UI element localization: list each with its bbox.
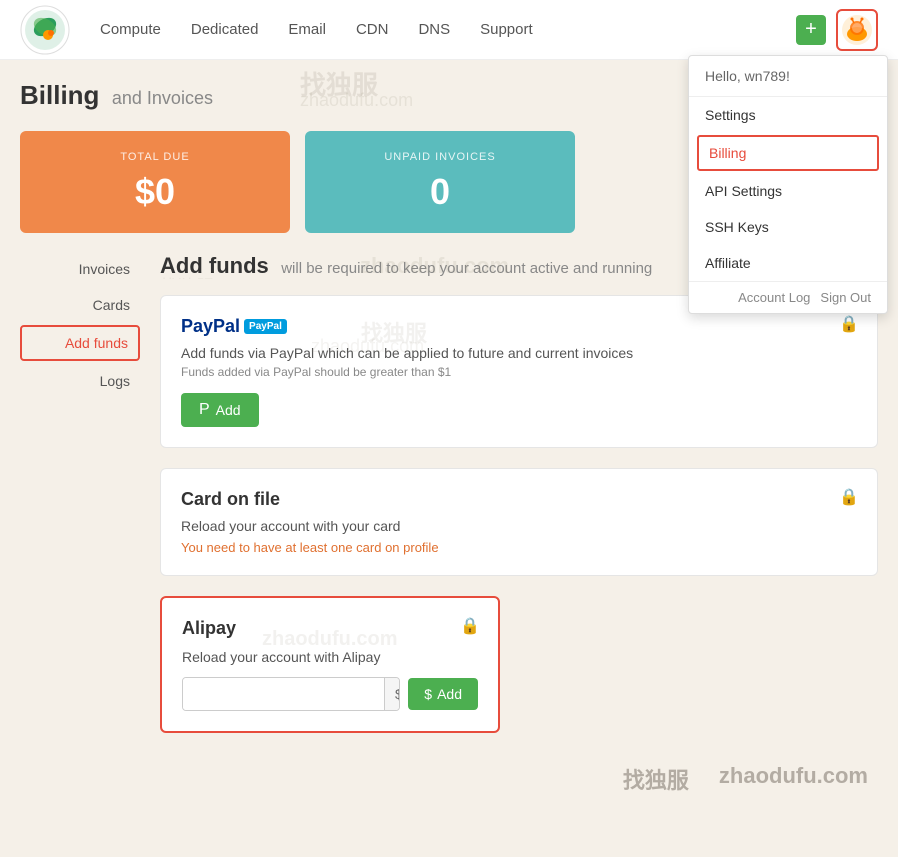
paypal-desc: Add funds via PayPal which can be applie… — [181, 345, 857, 361]
sidebar-cards[interactable]: Cards — [20, 289, 140, 321]
sidebar-add-funds[interactable]: Add funds — [20, 325, 140, 361]
paypal-note: Funds added via PayPal should be greater… — [181, 365, 857, 379]
watermark-2: zhaodufu.com — [719, 763, 868, 795]
content-area: zhaodufu.com 找独服 Add funds will be requi… — [160, 253, 878, 753]
paypal-add-label: Add — [216, 402, 241, 418]
sidebar-logs[interactable]: Logs — [20, 365, 140, 397]
card-lock-icon: 🔒 — [839, 487, 859, 507]
paypal-icon: P — [199, 401, 210, 419]
sidebar-invoices[interactable]: Invoices — [20, 253, 140, 285]
unpaid-invoices-card: UNPAID INVOICES 0 — [305, 131, 575, 233]
content-heading-sub: will be required to keep your account ac… — [281, 260, 652, 277]
nav-support[interactable]: Support — [480, 21, 533, 38]
paypal-lock-icon: 🔒 — [839, 314, 859, 334]
sign-out-link[interactable]: Sign Out — [820, 290, 871, 305]
nav-email[interactable]: Email — [288, 21, 326, 38]
logo[interactable] — [20, 5, 70, 55]
total-due-label: TOTAL DUE — [40, 151, 270, 163]
alipay-dollar-btn-icon: $ — [424, 686, 432, 702]
paypal-section: 找独服 zhaodufu.com 🔒 PayPal PayPal Add fun… — [160, 295, 878, 448]
paypal-badge: PayPal — [244, 319, 287, 334]
paypal-add-button[interactable]: P Add — [181, 393, 259, 427]
user-avatar[interactable] — [836, 9, 878, 51]
main-nav: Compute Dedicated Email CDN DNS Support — [100, 21, 796, 38]
user-dropdown: Hello, wn789! Settings Billing API Setti… — [688, 55, 888, 314]
alipay-add-button[interactable]: $ Add — [408, 678, 478, 710]
dropdown-greeting: Hello, wn789! — [689, 56, 887, 97]
alipay-section: zhaodufu.com 🔒 Alipay Reload your accoun… — [160, 596, 500, 733]
alipay-amount-input[interactable] — [183, 678, 384, 710]
bottom-watermarks: 找独服 zhaodufu.com — [0, 753, 898, 805]
alipay-dollar-sign: $ — [384, 678, 400, 710]
account-log-link[interactable]: Account Log — [738, 290, 810, 305]
card-reload-desc: Reload your account with your card — [181, 518, 857, 534]
unpaid-invoices-label: UNPAID INVOICES — [325, 151, 555, 163]
nav-cdn[interactable]: CDN — [356, 21, 389, 38]
watermark-1: 找独服 — [623, 763, 689, 795]
paypal-name: PayPal — [181, 316, 240, 337]
alipay-lock-icon: 🔒 — [460, 616, 480, 636]
paypal-logo: PayPal PayPal — [181, 316, 287, 337]
unpaid-invoices-value: 0 — [325, 171, 555, 213]
card-title: Card on file — [181, 489, 857, 510]
total-due-card: TOTAL DUE $0 — [20, 131, 290, 233]
content-heading: Add funds — [160, 253, 269, 278]
add-button[interactable]: + — [796, 15, 826, 45]
alipay-add-label: Add — [437, 686, 462, 702]
header: Compute Dedicated Email CDN DNS Support … — [0, 0, 898, 60]
page-subtitle: and Invoices — [112, 88, 213, 108]
dropdown-settings[interactable]: Settings — [689, 97, 887, 133]
dropdown-billing[interactable]: Billing — [697, 135, 879, 171]
header-actions: + — [796, 9, 878, 51]
alipay-title: Alipay — [182, 618, 478, 639]
alipay-input-wrapper: $ — [182, 677, 400, 711]
card-on-file-section: 🔒 Card on file Reload your account with … — [160, 468, 878, 576]
sidebar: Invoices Cards Add funds Logs — [20, 253, 140, 753]
alipay-desc: Reload your account with Alipay — [182, 649, 478, 665]
dropdown-footer: Account Log Sign Out — [689, 281, 887, 313]
alipay-input-row: $ $ Add — [182, 677, 478, 711]
card-warning: You need to have at least one card on pr… — [181, 540, 857, 555]
total-due-value: $0 — [40, 171, 270, 213]
dropdown-ssh-keys[interactable]: SSH Keys — [689, 209, 887, 245]
main-content: Invoices Cards Add funds Logs zhaodufu.c… — [0, 253, 898, 753]
page-title: Billing — [20, 80, 99, 110]
nav-dedicated[interactable]: Dedicated — [191, 21, 259, 38]
nav-compute[interactable]: Compute — [100, 21, 161, 38]
dropdown-affiliate[interactable]: Affiliate — [689, 245, 887, 281]
dropdown-api-settings[interactable]: API Settings — [689, 173, 887, 209]
nav-dns[interactable]: DNS — [418, 21, 450, 38]
